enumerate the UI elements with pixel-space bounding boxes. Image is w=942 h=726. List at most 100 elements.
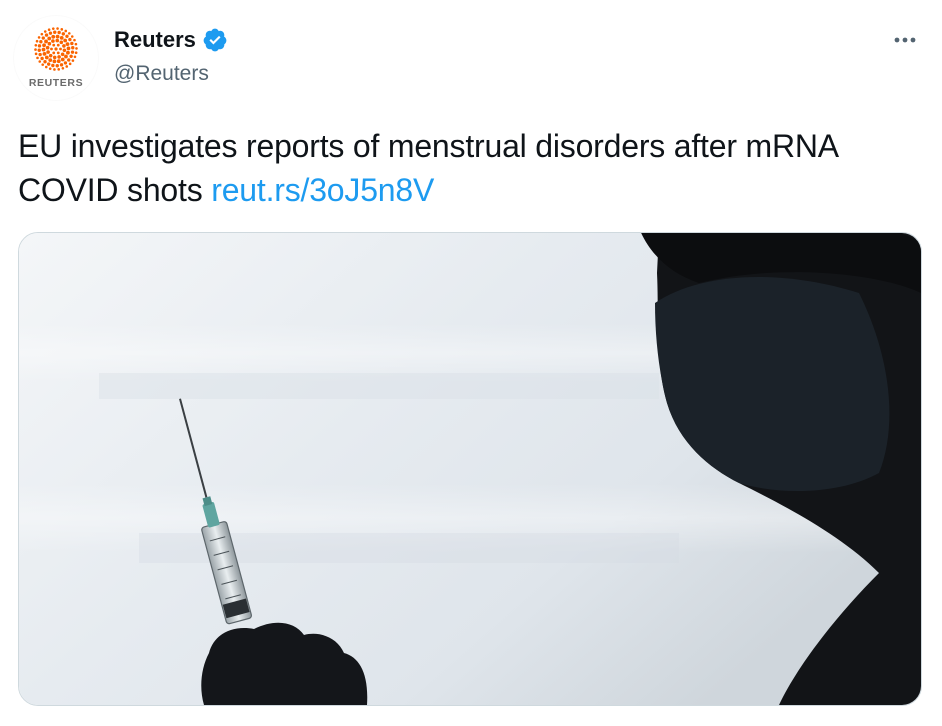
logo-dot [64,29,68,33]
logo-dot [45,45,50,50]
logo-dot [56,51,60,55]
logo-dot [52,55,57,60]
logo-dot [57,30,61,35]
logo-dot [73,38,76,42]
logo-dot [48,53,53,58]
logo-dot [46,50,50,54]
logo-dot [55,64,59,68]
logo-dot [60,57,65,62]
logo-dot [59,63,64,67]
logo-dot [53,68,56,71]
logo-dot [35,39,39,43]
logo-dot [52,43,56,47]
logo-dot [73,55,77,59]
logo-dot [60,52,65,57]
logo-dot [70,50,75,54]
logo-dot [48,58,53,63]
tweet-text: EU investigates reports of menstrual dis… [18,124,918,212]
logo-dot [41,63,45,66]
logo-dot [34,52,38,56]
logo-dot [37,44,42,48]
logo-dot [54,47,58,51]
logo-dot [52,51,56,55]
verified-badge-icon [203,28,227,52]
logo-dot [55,34,60,39]
logo-dot [51,27,55,30]
logo-dot [39,39,43,44]
logo-dot [42,43,46,48]
logo-dot [65,42,70,47]
logo-dot [47,41,52,46]
tweet-media-photo[interactable] [18,232,922,706]
logo-dot [34,48,37,51]
logo-dot [50,47,53,51]
logo-dot [69,54,73,59]
logo-dot [44,39,48,44]
logo-dot [43,30,47,33]
logo-dot [36,56,39,60]
logo-dot [38,52,42,57]
logo-dot [34,44,38,47]
logo-dot [38,60,42,63]
logo-dot [74,51,78,54]
author-handle[interactable]: @Reuters [114,60,209,88]
logo-dot [65,65,69,68]
logo-dot [66,50,70,55]
logo-dot [48,67,52,70]
logo-dot [62,44,66,48]
logo-dot [51,34,56,39]
logo-dot [53,30,57,34]
logo-dot [44,55,49,60]
logo-dot [64,54,68,59]
logo-dot [41,47,46,52]
logo-dot [74,42,78,46]
logo-dot [42,51,47,56]
logo-dot [67,58,71,62]
logo-dot [66,46,71,51]
logo-dot [71,59,75,62]
logo-dot [51,63,55,68]
logo-dot [52,59,57,64]
logo-dot [61,32,66,36]
tweet-link[interactable]: reut.rs/3oJ5n8V [211,172,434,208]
syringe-photo-image [19,233,921,705]
logo-dot [37,36,41,39]
logo-dot [63,38,68,43]
logo-dot [71,46,75,50]
logo-dot [75,47,78,50]
logo-dot [68,37,72,42]
more-options-button[interactable] [890,28,920,52]
logo-dot [57,68,61,71]
logo-dot [56,43,60,47]
logo-dot [70,41,74,46]
logo-dot [43,60,47,64]
logo-dot [62,48,67,53]
logo-dot [63,61,68,65]
logo-dot [68,62,72,66]
logo-dot [56,27,59,30]
logo-dot [67,32,71,35]
logo-dot [59,47,62,51]
logo-dot [65,34,69,38]
logo-dot [70,35,74,38]
logo-dot [55,38,60,43]
logo-dot [46,62,51,66]
tweet-card: REUTERS Reuters @Reuters EU investigates… [0,0,942,726]
logo-dot [41,36,45,40]
more-horizontal-icon [894,37,916,43]
logo-dot [48,31,53,35]
logo-dot [60,28,64,31]
logo-dot [47,28,51,31]
author-name-row[interactable]: Reuters [114,26,228,54]
reuters-logo-icon [34,27,78,71]
author-display-name[interactable]: Reuters [114,26,196,54]
avatar-wordmark: REUTERS [28,77,84,89]
logo-dot [59,35,64,40]
logo-dot [37,48,41,52]
logo-dot [47,36,52,41]
logo-dot [57,55,61,59]
logo-dot [59,40,64,45]
logo-dot [51,39,55,43]
logo-dot [40,56,44,61]
author-avatar[interactable]: REUTERS [14,16,98,100]
